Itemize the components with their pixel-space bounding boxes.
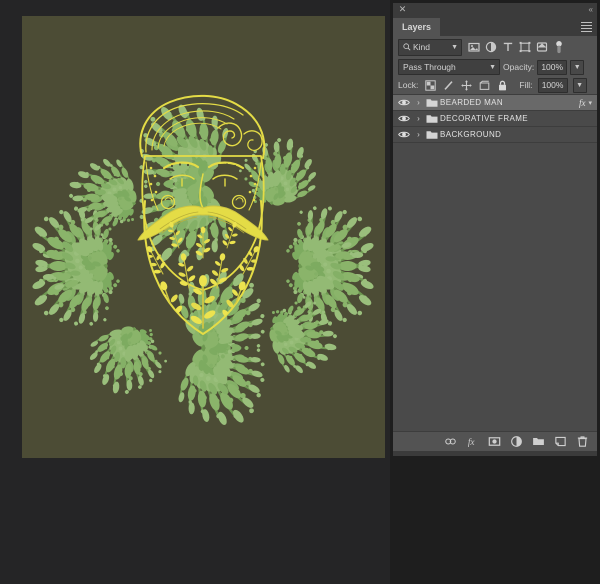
fill-chevron-down-icon[interactable]: ▼ (572, 77, 587, 93)
opacity-chevron-down-icon[interactable]: ▼ (570, 59, 585, 75)
blend-mode-select[interactable]: Pass Through ▼ (398, 59, 500, 75)
chevron-down-icon[interactable]: ▼ (451, 44, 458, 51)
folder-icon (423, 114, 440, 124)
layer-name: BACKGROUND (440, 130, 502, 139)
artboard[interactable] (22, 16, 385, 458)
svg-text:fx: fx (468, 438, 476, 448)
layer-row[interactable]: › BACKGROUND (393, 127, 597, 143)
fx-badge[interactable]: fx (579, 98, 586, 108)
delete-layer-button[interactable] (576, 435, 589, 448)
add-layer-style-button[interactable]: fx (466, 435, 479, 448)
eye-icon (397, 115, 410, 122)
add-layer-mask-button[interactable] (488, 435, 501, 448)
layer-expand-chevron-right-icon[interactable]: › (414, 130, 423, 139)
fx-expand-chevron-down-icon[interactable]: ▾ (588, 99, 592, 107)
link-layers-button[interactable] (444, 435, 457, 448)
blend-mode-row: Pass Through ▼ Opacity: 100% ▼ (393, 58, 597, 76)
layer-visibility-toggle[interactable] (393, 130, 414, 139)
lock-image-pixels-icon[interactable] (443, 80, 454, 91)
filter-enable-toggle[interactable] (555, 40, 563, 54)
folder-icon (423, 98, 440, 108)
layer-visibility-toggle[interactable] (393, 114, 414, 123)
lock-row: Lock: Fill: 100% ▼ (393, 76, 597, 95)
lock-all-icon[interactable] (497, 80, 508, 91)
panel-body: Kind ▼ Pass Through ▼ Opacity: 100% ▼ Lo… (393, 36, 597, 451)
document-canvas-area[interactable] (0, 0, 390, 584)
layer-expand-chevron-right-icon[interactable]: › (414, 114, 423, 123)
panel-menu-icon[interactable] (581, 22, 592, 32)
filter-kind-label: Kind (413, 42, 431, 52)
filter-smart-object-layers-icon[interactable] (536, 41, 548, 53)
lock-artboard-nesting-icon[interactable] (479, 80, 490, 91)
layer-name: DECORATIVE FRAME (440, 114, 529, 123)
folder-icon (423, 130, 440, 140)
filter-kind-select[interactable]: Kind ▼ (398, 38, 462, 56)
lock-label: Lock: (398, 80, 419, 90)
layer-name: BEARDED MAN (440, 98, 504, 107)
new-layer-button[interactable] (554, 435, 567, 448)
search-icon (403, 43, 411, 51)
close-icon[interactable]: ✕ (398, 5, 407, 14)
lock-icon-group (425, 79, 508, 91)
filter-icon-group (468, 41, 548, 53)
new-group-button[interactable] (532, 435, 545, 448)
chevron-down-icon[interactable]: ▼ (489, 64, 496, 71)
blend-mode-value: Pass Through (403, 62, 456, 72)
collapse-panel-icon[interactable]: « (589, 5, 594, 14)
lock-position-icon[interactable] (461, 79, 472, 91)
layer-row[interactable]: › BEARDED MAN fx ▾ (393, 95, 597, 111)
layer-effects-indicator: fx ▾ (579, 98, 597, 108)
panel-shell: ✕ « Layers Kind ▼ Pass Through ▼ Opacity… (393, 3, 597, 451)
new-adjustment-layer-button[interactable] (510, 435, 523, 448)
lock-transparent-pixels-icon[interactable] (425, 79, 437, 91)
panel-tab-row: Layers (393, 18, 597, 36)
layer-list[interactable]: › BEARDED MAN fx ▾ › DECORATIVE FRAME › … (393, 95, 597, 431)
layer-visibility-toggle[interactable] (393, 98, 414, 107)
layer-filter-row: Kind ▼ (393, 36, 597, 58)
fill-label: Fill: (519, 80, 533, 90)
layers-panel-footer: fx (393, 431, 597, 451)
filter-type-layers-icon[interactable] (502, 41, 514, 53)
layer-row[interactable]: › DECORATIVE FRAME (393, 111, 597, 127)
filter-adjustment-layers-icon[interactable] (485, 41, 497, 53)
filter-pixel-layers-icon[interactable] (468, 41, 480, 53)
eye-icon (397, 131, 410, 138)
eye-icon (397, 99, 410, 106)
artwork-bearded-man-mandala (22, 16, 385, 458)
layer-expand-chevron-right-icon[interactable]: › (414, 98, 423, 107)
opacity-input[interactable]: 100% (537, 59, 568, 75)
layers-panel: ✕ « Layers Kind ▼ Pass Through ▼ Opacity… (390, 0, 600, 584)
panel-titlebar: ✕ « (393, 3, 597, 18)
filter-shape-layers-icon[interactable] (519, 41, 531, 53)
panel-resize-grip[interactable] (393, 451, 597, 456)
opacity-label: Opacity: (503, 62, 535, 72)
fill-input[interactable]: 100% (537, 77, 568, 93)
tab-layers[interactable]: Layers (393, 18, 441, 36)
